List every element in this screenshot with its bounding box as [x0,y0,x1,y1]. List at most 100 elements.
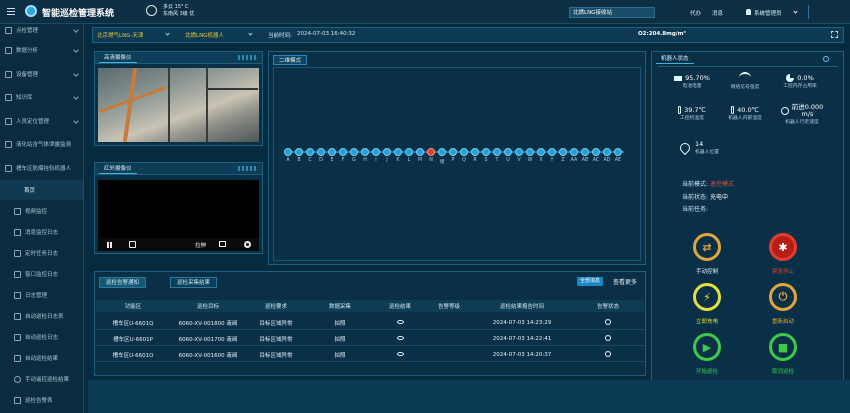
weather-info: 多云 15° C 东南风 3级 优 [163,4,194,18]
track-node[interactable] [295,148,303,156]
station-select[interactable]: 北燃LNG接收站 [569,7,655,18]
track-node-label: AE [614,158,622,163]
track-node[interactable] [416,148,424,156]
start-inspection-button[interactable]: ▶ [693,333,721,361]
emergency-stop-button[interactable]: ✱ [769,233,797,261]
sidebar-sub-home[interactable]: 首页 [0,180,83,200]
table-row[interactable]: 槽车区U-6601Q 6060-XV-001800 液阀 目标区域异常 拍照 2… [96,316,644,330]
track-node[interactable] [339,148,347,156]
table-row[interactable]: 槽车区U-6601O 6060-XV-001600 液阀 目标区域异常 拍照 2… [96,348,644,362]
cancel-inspection-button[interactable]: ■ [769,333,797,361]
robot-select[interactable]: 北燃LNG机器人 [185,31,224,39]
sidebar-sub-windowlog[interactable]: 窗口监控日志 [0,264,83,284]
tab-alarm-notice[interactable]: 巡检告警通知 [99,277,147,288]
pause-icon[interactable] [107,242,112,248]
track-node[interactable] [405,148,413,156]
track-node-label: Z [561,158,565,163]
track-node[interactable] [372,148,380,156]
speedometer-icon [780,107,789,115]
view-more-link[interactable]: 查看更多 [613,277,637,286]
track-node[interactable] [284,148,292,156]
chevron-down-icon [165,31,170,36]
mute-icon[interactable] [129,241,136,248]
track-node[interactable] [438,148,446,156]
track-node[interactable] [570,148,578,156]
track-node[interactable] [581,148,589,156]
track-node[interactable] [537,148,545,156]
sidebar-item-device[interactable]: 设备管理 [0,64,83,84]
cpu-label: 工控内存占用率 [783,84,817,89]
hd-camera-title: 高清摄像仪 [99,53,137,63]
sidebar-item-label: 点检管理 [16,28,39,34]
track-node[interactable] [427,148,435,156]
sidebar-item-inspection[interactable]: 点检管理 [0,24,83,40]
track-node[interactable] [526,148,534,156]
track-node[interactable] [515,148,523,156]
message-link[interactable]: 消息 [712,9,723,17]
track-node[interactable] [471,148,479,156]
sidebar-sub-autologtable[interactable]: 自动巡检日志表 [0,306,83,326]
eye-icon[interactable] [396,335,404,340]
settings-icon[interactable] [823,56,829,62]
table-row[interactable]: 槽车区U-6601P 6060-XV-001700 液阀 目标区域异常 拍照 2… [96,332,644,346]
sidebar-sub-manualresult[interactable]: 手动遥控巡检结果 [0,369,83,389]
panel-header: 高清摄像仪 [95,52,262,64]
track-node[interactable] [449,148,457,156]
track-node[interactable] [361,148,369,156]
track-node[interactable] [482,148,490,156]
eye-icon[interactable] [396,351,404,356]
sidebar-item-gas[interactable]: 液化站含气体泄露监测 [0,134,83,154]
track-node[interactable] [592,148,600,156]
track-node[interactable] [493,148,501,156]
track-node[interactable] [548,148,556,156]
sidebar-sub-alarmtable[interactable]: 巡检告警表 [0,390,83,410]
track-node[interactable] [328,148,336,156]
fullscreen-icon[interactable] [831,31,838,38]
tab-collection-results[interactable]: 巡检采集结果 [170,277,218,288]
body-temp-value: 40.0℃ [737,106,759,114]
sidebar-item-analysis[interactable]: 数据分析 [0,40,83,60]
manual-control-button[interactable]: ⇄ [693,233,721,261]
track-node[interactable] [317,148,325,156]
track-node[interactable] [306,148,314,156]
info-icon[interactable] [605,318,611,325]
settings-icon[interactable] [244,241,251,248]
start-inspection-label: 开始巡检 [695,369,718,375]
hd-camera-feed[interactable] [98,68,259,142]
sidebar-sub-timerlog[interactable]: 定时任务日志 [0,243,83,263]
track-node[interactable] [603,148,611,156]
sidebar-sub-video[interactable]: 视频监控 [0,201,83,221]
company-select[interactable]: 北京燃气LNG-天津 [97,31,143,39]
pip-icon[interactable] [219,241,226,247]
eye-icon[interactable] [396,319,404,324]
track-node[interactable] [350,148,358,156]
ir-camera-feed[interactable]: 拉伸 [98,180,259,251]
user-menu[interactable]: 系统管理员 [754,9,782,17]
zoom-label[interactable]: 拉伸 [195,241,206,249]
all-messages-button[interactable]: 全部消息 [577,277,604,286]
sidebar-item-robot[interactable]: 槽车区防爆挂轨机器人 [0,158,83,178]
charge-now-button[interactable]: ⚡ [693,283,721,311]
cell-result [374,351,426,358]
info-icon[interactable] [605,350,611,357]
sidebar-sub-autoresult[interactable]: 自动巡检结果 [0,348,83,368]
track-node[interactable] [394,148,402,156]
track-node[interactable] [559,148,567,156]
cell-target: 6060-XV-001600 液阀 [178,352,238,359]
restart-button[interactable]: ⏻ [769,283,797,311]
menu-icon[interactable] [7,8,15,15]
track-node[interactable] [383,148,391,156]
sidebar-sub-msglog[interactable]: 消息监控日志 [0,222,83,242]
sidebar-item-location[interactable]: 人员定位管理 [0,111,83,131]
footer-band [88,380,850,413]
video-controls: 拉伸 [98,238,259,251]
railing-structure [208,88,258,90]
todo-link[interactable]: 代办 [690,9,701,17]
track-node[interactable] [614,148,622,156]
sidebar-sub-autolog[interactable]: 自动巡检日志 [0,327,83,347]
sidebar-sub-logmgmt[interactable]: 日志管理 [0,285,83,305]
info-icon[interactable] [605,334,611,341]
track-node[interactable] [504,148,512,156]
track-node[interactable] [460,148,468,156]
sidebar-item-knowledge[interactable]: 知识库 [0,87,83,107]
